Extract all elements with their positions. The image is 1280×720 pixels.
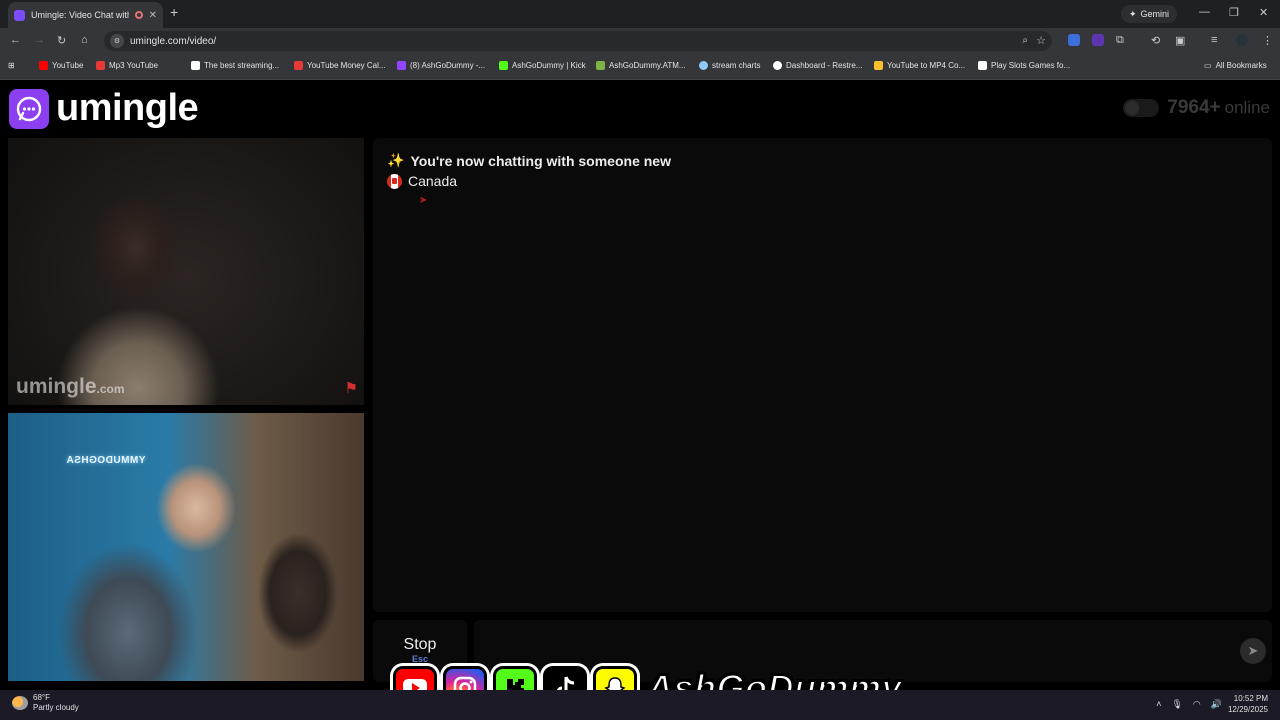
side-panel-icon[interactable]: ▣ <box>1175 34 1185 47</box>
bookmark-item[interactable]: YouTube to MP4 Co... <box>874 61 965 70</box>
online-indicator: 7964+ online <box>1123 97 1270 119</box>
partly-cloudy-icon <box>12 696 28 710</box>
address-bar[interactable]: ⚙ umingle.com/video/ ⌕ ☆ <box>104 31 1052 51</box>
browser-toolbar: ← → ↻ ⌂ ⚙ umingle.com/video/ ⌕ ☆ ⧉ ⟲ ▣ ≡… <box>0 28 1280 54</box>
self-video: YMMUDOGHSA <box>8 413 364 681</box>
shop-icon <box>596 61 605 70</box>
chat-country-line: Canada <box>387 173 457 189</box>
mouse-cursor-icon: ➤ <box>419 195 428 206</box>
minimize-icon[interactable]: — <box>1199 6 1210 18</box>
browser-tab-bar: Umingle: Video Chat with S ✕ + ✦ Gemini … <box>0 0 1280 28</box>
theme-toggle[interactable] <box>1123 99 1160 117</box>
weather-description: Partly cloudy <box>33 703 79 712</box>
menu-kebab-icon[interactable]: ⋮ <box>1262 34 1273 47</box>
stop-label: Stop <box>403 636 437 653</box>
bookmark-item[interactable]: AshGoDummy.ATM... <box>596 61 686 70</box>
diamond-icon <box>191 61 200 70</box>
profile-avatar-icon[interactable] <box>1236 34 1248 46</box>
stranger-video: umingle.com ⚑ <box>8 138 364 405</box>
new-tab-button[interactable]: + <box>170 4 178 20</box>
history-icon[interactable]: ⟲ <box>1151 34 1160 47</box>
converter-icon <box>874 61 883 70</box>
bookmark-item[interactable]: Play Slots Games fo... <box>978 61 1070 70</box>
youtube-icon <box>96 61 105 70</box>
restore-icon[interactable]: ❐ <box>1229 6 1239 19</box>
site-info-icon[interactable]: ⚙ <box>110 34 124 48</box>
wifi-icon[interactable]: ◠ <box>1193 699 1201 710</box>
tab-title: Umingle: Video Chat with S <box>31 10 129 20</box>
gemini-label: Gemini <box>1140 9 1170 19</box>
bookmarks-bar: ⊞ YouTube Mp3 YouTube The best streaming… <box>0 54 1280 80</box>
site-logo[interactable]: umingle <box>9 87 199 130</box>
bookmark-item[interactable]: YouTube <box>39 61 83 70</box>
forward-icon[interactable]: → <box>34 34 45 46</box>
extension-icon[interactable] <box>1092 34 1104 46</box>
back-icon[interactable]: ← <box>10 34 21 46</box>
extension-icon[interactable] <box>1068 34 1080 46</box>
sparkle-icon: ✦ <box>1129 8 1137 19</box>
umingle-watermark: umingle.com <box>16 375 125 398</box>
microphone-icon[interactable]: 🎙 <box>1171 699 1182 710</box>
chat-status-text: You're now chatting with someone new <box>410 152 671 169</box>
all-bookmarks[interactable]: ▭ All Bookmarks <box>1204 61 1267 70</box>
bookmark-item[interactable]: Dashboard - Restre... <box>773 61 862 70</box>
online-count: 7964+ <box>1167 97 1221 118</box>
system-tray: ˄ 🎙 ◠ 🔊 <box>1156 699 1222 710</box>
folder-icon: ▭ <box>1204 61 1212 70</box>
send-icon[interactable]: ➤ <box>1240 638 1266 664</box>
gemini-button[interactable]: ✦ Gemini <box>1121 5 1178 23</box>
recording-indicator-icon <box>134 11 143 19</box>
sparkles-icon: ✨ <box>387 152 405 168</box>
apps-grid-icon[interactable]: ⊞ <box>8 61 15 70</box>
close-tab-icon[interactable]: ✕ <box>149 10 157 21</box>
slots-icon <box>978 61 987 70</box>
chart-icon <box>699 61 708 70</box>
bookmark-item[interactable]: Mp3 YouTube <box>96 61 158 70</box>
volume-icon[interactable]: 🔊 <box>1211 699 1222 710</box>
wall-neon-sign: YMMUDOGHSA <box>66 455 146 466</box>
extensions-puzzle-icon[interactable]: ⧉ <box>1116 34 1124 47</box>
country-name: Canada <box>408 173 458 189</box>
youtube-icon <box>39 61 48 70</box>
chevron-up-icon[interactable]: ˄ <box>1156 699 1161 710</box>
online-label: online <box>1224 98 1270 117</box>
tab-umingle[interactable]: Umingle: Video Chat with S ✕ <box>8 2 163 28</box>
bookmark-item[interactable]: stream charts <box>699 61 760 70</box>
weather-widget[interactable]: 68°F Partly cloudy <box>12 693 79 713</box>
bookmark-star-icon[interactable]: ☆ <box>1036 34 1046 47</box>
bookmark-item[interactable]: AshGoDummy | Kick <box>499 61 586 70</box>
clock[interactable]: 10:52 PM 12/29/2025 <box>1228 693 1268 715</box>
umingle-favicon-icon <box>14 9 25 21</box>
canada-flag-icon <box>387 173 402 189</box>
media-controls-icon[interactable]: ≡ <box>1211 34 1217 46</box>
report-flag-icon[interactable]: ⚑ <box>345 379 358 397</box>
chat-panel: ✨ You're now chatting with someone new C… <box>373 138 1272 612</box>
money-icon <box>294 61 303 70</box>
bookmark-item[interactable]: The best streaming... <box>191 61 279 70</box>
close-window-icon[interactable]: ✕ <box>1259 6 1268 19</box>
umingle-page: umingle 7964+ online umingle.com ⚑ YMMUD… <box>0 80 1280 690</box>
bookmark-item[interactable]: YouTube Money Cal... <box>294 61 386 70</box>
temperature: 68°F <box>33 693 50 702</box>
chat-bubble-icon <box>9 88 49 129</box>
kick-icon <box>499 61 508 70</box>
bookmark-item[interactable]: (8) AshGoDummy -... <box>397 61 485 70</box>
chat-status-line: ✨ You're now chatting with someone new <box>387 152 671 169</box>
stop-shortcut: Esc <box>411 654 428 664</box>
restream-icon <box>773 61 782 70</box>
clock-date: 12/29/2025 <box>1227 705 1268 714</box>
home-icon[interactable]: ⌂ <box>81 34 88 46</box>
url-text: umingle.com/video/ <box>130 35 217 47</box>
os-taskbar: 68°F Partly cloudy ˄ 🎙 ◠ 🔊 10:52 PM 12/2… <box>0 690 1280 720</box>
logo-text: umingle <box>56 87 199 129</box>
reload-icon[interactable]: ↻ <box>57 34 66 47</box>
clock-time: 10:52 PM <box>1233 694 1268 703</box>
twitch-icon <box>397 61 406 70</box>
zoom-icon[interactable]: ⌕ <box>1022 35 1028 46</box>
